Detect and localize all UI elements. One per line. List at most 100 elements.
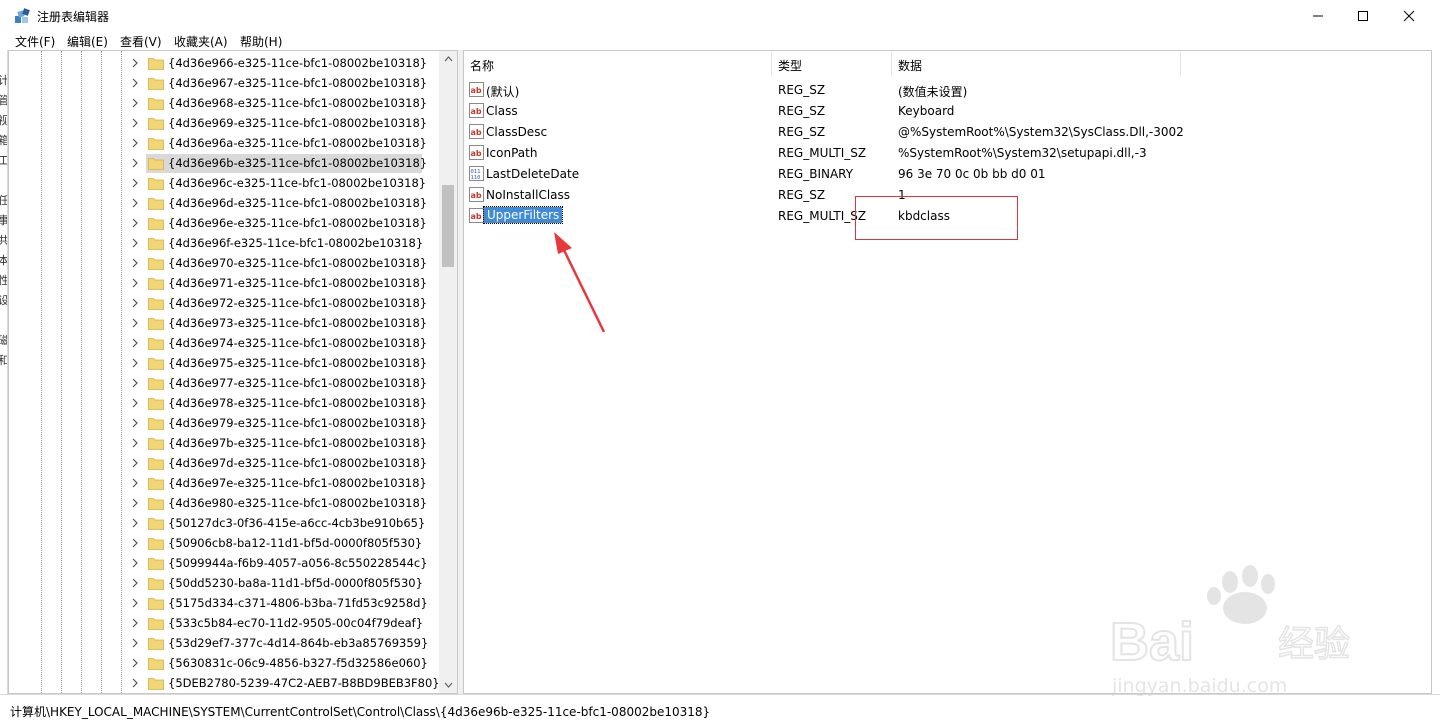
- chevron-right-icon[interactable]: [130, 76, 140, 90]
- scroll-up-arrow-icon[interactable]: [439, 51, 457, 67]
- tree-node[interactable]: {4d36e975-e325-11ce-bfc1-08002be10318}: [9, 353, 439, 373]
- folder-icon: [148, 458, 164, 470]
- chevron-right-icon[interactable]: [130, 276, 140, 290]
- tree-node[interactable]: {5630831c-06c9-4856-b327-f5d32586e060}: [9, 653, 439, 673]
- tree-node[interactable]: {5175d334-c371-4806-b3ba-71fd53c9258d}: [9, 593, 439, 613]
- tree-node[interactable]: {50906cb8-ba12-11d1-bf5d-0000f805f530}: [9, 533, 439, 553]
- chevron-right-icon[interactable]: [130, 396, 140, 410]
- chevron-right-icon[interactable]: [130, 536, 140, 550]
- tree-node[interactable]: {4d36e96b-e325-11ce-bfc1-08002be10318}: [9, 153, 439, 173]
- chevron-right-icon[interactable]: [130, 256, 140, 270]
- chevron-right-icon[interactable]: [130, 676, 140, 690]
- tree-node[interactable]: {5099944a-f6b9-4057-a056-8c550228544c}: [9, 553, 439, 573]
- tree-node[interactable]: {4d36e972-e325-11ce-bfc1-08002be10318}: [9, 293, 439, 313]
- scroll-down-arrow-icon[interactable]: [439, 677, 457, 693]
- chevron-right-icon[interactable]: [130, 176, 140, 190]
- tree-node[interactable]: {50dd5230-ba8a-11d1-bf5d-0000f805f530}: [9, 573, 439, 593]
- tree-node[interactable]: {4d36e970-e325-11ce-bfc1-08002be10318}: [9, 253, 439, 273]
- registry-value-row[interactable]: ab ClassDesc REG_SZ @%SystemRoot%\System32\…: [464, 122, 1424, 143]
- tree-node[interactable]: {4d36e974-e325-11ce-bfc1-08002be10318}: [9, 333, 439, 353]
- chevron-right-icon[interactable]: [130, 116, 140, 130]
- menu-view[interactable]: 查看(V): [120, 33, 162, 50]
- folder-icon: [148, 618, 164, 630]
- chevron-right-icon[interactable]: [130, 416, 140, 430]
- tree-node[interactable]: {4d36e97e-e325-11ce-bfc1-08002be10318}: [9, 473, 439, 493]
- chevron-right-icon[interactable]: [130, 596, 140, 610]
- chevron-right-icon[interactable]: [130, 656, 140, 670]
- chevron-right-icon[interactable]: [130, 556, 140, 570]
- menu-help[interactable]: 帮助(H): [240, 33, 282, 50]
- chevron-right-icon[interactable]: [130, 456, 140, 470]
- column-header-type[interactable]: 类型: [772, 51, 892, 77]
- tree-node[interactable]: {4d36e980-e325-11ce-bfc1-08002be10318}: [9, 493, 439, 513]
- tree-node[interactable]: {4d36e97d-e325-11ce-bfc1-08002be10318}: [9, 453, 439, 473]
- menu-edit[interactable]: 编辑(E): [67, 33, 108, 50]
- tree-node-label: {5099944a-f6b9-4057-a056-8c550228544c}: [168, 556, 428, 570]
- tree-node[interactable]: {4d36e96a-e325-11ce-bfc1-08002be10318}: [9, 133, 439, 153]
- tree-node-label: {50127dc3-0f36-415e-a6cc-4cb3be910b65}: [168, 516, 426, 530]
- chevron-right-icon[interactable]: [130, 156, 140, 170]
- tree-node[interactable]: {4d36e971-e325-11ce-bfc1-08002be10318}: [9, 273, 439, 293]
- chevron-right-icon[interactable]: [130, 336, 140, 350]
- tree-node[interactable]: {4d36e973-e325-11ce-bfc1-08002be10318}: [9, 313, 439, 333]
- value-type: REG_SZ: [778, 188, 826, 202]
- chevron-right-icon[interactable]: [130, 356, 140, 370]
- chevron-right-icon[interactable]: [130, 216, 140, 230]
- tree-node[interactable]: {4d36e96e-e325-11ce-bfc1-08002be10318}: [9, 213, 439, 233]
- registry-value-row[interactable]: 011 110 LastDeleteDate REG_BINARY 96 3e 70 0…: [464, 164, 1424, 185]
- tree-node[interactable]: {4d36e97b-e325-11ce-bfc1-08002be10318}: [9, 433, 439, 453]
- chevron-right-icon[interactable]: [130, 516, 140, 530]
- chevron-right-icon[interactable]: [130, 196, 140, 210]
- chevron-right-icon[interactable]: [130, 96, 140, 110]
- folder-icon: [148, 598, 164, 610]
- tree-node[interactable]: {4d36e96c-e325-11ce-bfc1-08002be10318}: [9, 173, 439, 193]
- current-key-path: 计算机\HKEY_LOCAL_MACHINE\SYSTEM\CurrentCon…: [10, 705, 711, 719]
- tree-node[interactable]: {5DEB2780-5239-47C2-AEB7-B8BD9BEB3F80}: [9, 673, 440, 693]
- column-header-name[interactable]: 名称: [464, 51, 772, 77]
- menu-file[interactable]: 文件(F): [15, 33, 55, 50]
- tree-node[interactable]: {4d36e96d-e325-11ce-bfc1-08002be10318}: [9, 193, 439, 213]
- scroll-thumb[interactable]: [442, 185, 454, 267]
- registry-value-row[interactable]: ab (默认) REG_SZ (数值未设置): [464, 80, 1424, 101]
- tree-node-label: {5175d334-c371-4806-b3ba-71fd53c9258d}: [168, 596, 428, 610]
- svg-text:ab: ab: [471, 128, 482, 137]
- chevron-right-icon[interactable]: [130, 56, 140, 70]
- tree-node[interactable]: {4d36e968-e325-11ce-bfc1-08002be10318}: [9, 93, 439, 113]
- chevron-right-icon[interactable]: [130, 436, 140, 450]
- close-button[interactable]: [1386, 0, 1432, 32]
- registry-value-row[interactable]: ab IconPath REG_MULTI_SZ %SystemRoot%\Syste…: [464, 143, 1424, 164]
- chevron-right-icon[interactable]: [130, 376, 140, 390]
- registry-value-row[interactable]: ab Class REG_SZ Keyboard: [464, 101, 1424, 122]
- tree-node[interactable]: {4d36e967-e325-11ce-bfc1-08002be10318}: [9, 73, 439, 93]
- maximize-button[interactable]: [1340, 0, 1386, 32]
- tree-node-label: {5630831c-06c9-4856-b327-f5d32586e060}: [168, 656, 428, 670]
- svg-text:Bai: Bai: [1110, 612, 1194, 672]
- chevron-right-icon[interactable]: [130, 496, 140, 510]
- tree-node[interactable]: {4d36e96f-e325-11ce-bfc1-08002be10318}: [9, 233, 439, 253]
- value-data: @%SystemRoot%\System32\SysClass.Dll,-300…: [898, 125, 1184, 139]
- tree-node[interactable]: {4d36e977-e325-11ce-bfc1-08002be10318}: [9, 373, 439, 393]
- chevron-right-icon[interactable]: [130, 636, 140, 650]
- value-name: UpperFilters: [482, 206, 564, 224]
- chevron-right-icon[interactable]: [130, 236, 140, 250]
- chevron-right-icon[interactable]: [130, 576, 140, 590]
- chevron-right-icon[interactable]: [130, 296, 140, 310]
- chevron-right-icon[interactable]: [130, 136, 140, 150]
- chevron-right-icon[interactable]: [130, 616, 140, 630]
- column-header-data[interactable]: 数据: [892, 51, 1181, 77]
- tree-vertical-scrollbar[interactable]: [439, 51, 457, 693]
- tree-node[interactable]: {50127dc3-0f36-415e-a6cc-4cb3be910b65}: [9, 513, 439, 533]
- minimize-button[interactable]: [1295, 0, 1341, 32]
- chevron-right-icon[interactable]: [130, 476, 140, 490]
- tree-node-label: {4d36e971-e325-11ce-bfc1-08002be10318}: [168, 276, 428, 290]
- tree-node[interactable]: {4d36e966-e325-11ce-bfc1-08002be10318}: [9, 53, 439, 73]
- registry-key-tree[interactable]: {4d36e966-e325-11ce-bfc1-08002be10318} {4…: [8, 50, 458, 694]
- tree-node[interactable]: {4d36e969-e325-11ce-bfc1-08002be10318}: [9, 113, 439, 133]
- tree-node[interactable]: {53d29ef7-377c-4d14-864b-eb3a85769359}: [9, 633, 439, 653]
- menu-favorites[interactable]: 收藏夹(A): [174, 33, 228, 50]
- folder-icon: [148, 158, 164, 170]
- chevron-right-icon[interactable]: [130, 316, 140, 330]
- tree-node[interactable]: {4d36e979-e325-11ce-bfc1-08002be10318}: [9, 413, 439, 433]
- tree-node[interactable]: {4d36e978-e325-11ce-bfc1-08002be10318}: [9, 393, 439, 413]
- tree-node[interactable]: {533c5b84-ec70-11d2-9505-00c04f79deaf}: [9, 613, 439, 633]
